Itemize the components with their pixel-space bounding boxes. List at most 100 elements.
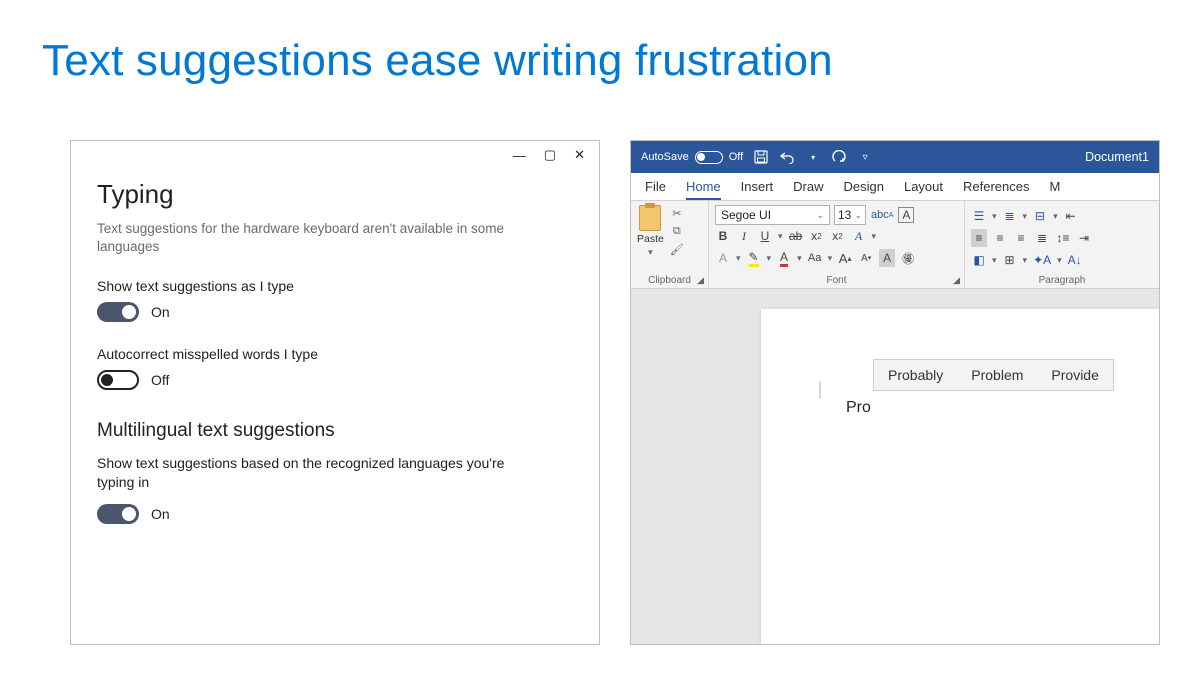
autosave-label: AutoSave <box>641 151 689 163</box>
shrink-font-icon[interactable]: A▾ <box>858 249 874 267</box>
copy-icon[interactable]: ⧉ <box>670 225 684 239</box>
multilevel-list-icon[interactable]: ⊟ <box>1032 207 1048 225</box>
toggle-show-suggestions-label: Show text suggestions as I type <box>97 278 573 294</box>
chevron-down-icon[interactable]: ▾ <box>1053 211 1058 222</box>
tab-design[interactable]: Design <box>844 179 884 200</box>
toggle-multilingual-state: On <box>151 506 170 522</box>
justify-icon[interactable]: ≣ <box>1034 229 1050 247</box>
shading-icon[interactable]: ◧ <box>971 251 987 269</box>
typed-text: Pro <box>846 399 871 417</box>
chevron-down-icon[interactable]: ▾ <box>778 231 783 242</box>
align-left-icon[interactable]: ≡ <box>971 229 987 247</box>
chevron-down-icon: ⌄ <box>816 210 824 221</box>
format-painter-icon[interactable]: 🖌 <box>670 243 684 257</box>
toggle-multilingual[interactable] <box>97 504 139 524</box>
slide-title: Text suggestions ease writing frustratio… <box>42 36 833 86</box>
toggle-autocorrect-state: Off <box>151 372 169 388</box>
multilingual-description: Show text suggestions based on the recog… <box>97 454 542 492</box>
font-name-value: Segoe UI <box>721 208 771 222</box>
text-effects-icon[interactable]: A <box>851 227 867 245</box>
settings-description: Text suggestions for the hardware keyboa… <box>97 220 517 256</box>
character-shading-icon[interactable]: A <box>879 249 895 267</box>
toggle-show-suggestions-state: On <box>151 304 170 320</box>
chevron-down-icon[interactable]: ▾ <box>828 253 833 264</box>
cut-icon[interactable]: ✂ <box>670 207 684 221</box>
toggle-show-suggestions[interactable] <box>97 302 139 322</box>
tab-more[interactable]: M <box>1050 179 1061 200</box>
tab-insert[interactable]: Insert <box>741 179 774 200</box>
chevron-down-icon[interactable]: ▾ <box>992 211 997 222</box>
maximize-icon[interactable]: ▢ <box>544 147 556 163</box>
group-font-label: Font <box>709 275 964 286</box>
tab-file[interactable]: File <box>645 179 666 200</box>
superscript-button[interactable]: x2 <box>830 227 846 245</box>
paste-label: Paste <box>637 233 664 245</box>
font-name-select[interactable]: Segoe UI ⌄ <box>715 205 830 225</box>
minimize-icon[interactable]: — <box>513 148 526 163</box>
enclose-characters-icon[interactable]: ㊝ <box>900 249 916 267</box>
autosave-state: Off <box>729 151 743 163</box>
window-titlebar: — ▢ ✕ <box>71 141 599 169</box>
asian-layout-icon[interactable]: ✦A <box>1032 251 1052 269</box>
underline-button[interactable]: U <box>757 227 773 245</box>
paste-button[interactable]: Paste ▾ <box>637 205 664 269</box>
toggle-autocorrect-label: Autocorrect misspelled words I type <box>97 346 573 362</box>
word-window: AutoSave Off ▾ ▿ Document1 File Home Ins… <box>630 140 1160 645</box>
chevron-down-icon[interactable]: ▾ <box>797 253 802 264</box>
numbering-icon[interactable]: ≣ <box>1002 207 1018 225</box>
chevron-down-icon: ⌄ <box>854 210 862 221</box>
align-right-icon[interactable]: ≡ <box>1013 229 1029 247</box>
grow-font-icon[interactable]: A▴ <box>837 249 853 267</box>
text-suggestion-bar: Probably Problem Provide <box>873 359 1114 391</box>
chevron-down-icon[interactable]: ▾ <box>1057 255 1062 266</box>
decrease-indent-icon[interactable]: ⇤ <box>1063 207 1079 225</box>
change-case-icon[interactable]: Aa <box>807 249 823 267</box>
chevron-down-icon[interactable]: ▾ <box>767 253 772 264</box>
font-color-icon[interactable]: A <box>776 249 792 267</box>
suggestion-2[interactable]: Problem <box>957 360 1037 390</box>
font-size-value: 13 <box>838 208 851 222</box>
line-spacing-icon[interactable]: ↕≡ <box>1055 229 1071 247</box>
font-launcher-icon[interactable]: ◢ <box>953 275 960 286</box>
align-center-icon[interactable]: ≡ <box>992 229 1008 247</box>
borders-icon[interactable]: ⊞ <box>1002 251 1018 269</box>
chevron-down-icon[interactable]: ▾ <box>872 231 877 242</box>
autosave-pill-icon <box>695 151 723 164</box>
text-cursor <box>819 381 821 399</box>
toggle-autocorrect[interactable] <box>97 370 139 390</box>
redo-icon[interactable] <box>831 149 847 165</box>
undo-dropdown-icon[interactable]: ▾ <box>805 149 821 165</box>
increase-indent-icon[interactable]: ⇥ <box>1076 229 1092 247</box>
tab-home[interactable]: Home <box>686 179 721 200</box>
tab-layout[interactable]: Layout <box>904 179 943 200</box>
chevron-down-icon[interactable]: ▾ <box>1023 255 1028 266</box>
font-color-grey-icon[interactable]: A <box>715 249 731 267</box>
character-border-icon[interactable]: A <box>898 207 914 223</box>
close-icon[interactable]: ✕ <box>574 147 585 163</box>
autosave-toggle[interactable]: AutoSave Off <box>641 151 743 164</box>
ribbon: Paste ▾ ✂ ⧉ 🖌 Clipboard ◢ Segoe UI ⌄ <box>631 201 1159 289</box>
quick-access-customize-icon[interactable]: ▿ <box>857 149 873 165</box>
chevron-down-icon[interactable]: ▾ <box>736 253 741 264</box>
sort-icon[interactable]: A↓ <box>1067 251 1083 269</box>
clipboard-launcher-icon[interactable]: ◢ <box>697 275 704 286</box>
clear-format-icon[interactable]: abcA <box>870 206 894 224</box>
strikethrough-button[interactable]: ab <box>788 227 804 245</box>
italic-button[interactable]: I <box>736 227 752 245</box>
group-paragraph-label: Paragraph <box>965 275 1159 286</box>
font-size-select[interactable]: 13 ⌄ <box>834 205 866 225</box>
clipboard-icon <box>639 205 661 231</box>
tab-draw[interactable]: Draw <box>793 179 823 200</box>
bullets-icon[interactable]: ☰ <box>971 207 987 225</box>
suggestion-3[interactable]: Provide <box>1037 360 1112 390</box>
suggestion-1[interactable]: Probably <box>874 360 957 390</box>
tab-references[interactable]: References <box>963 179 1029 200</box>
save-icon[interactable] <box>753 149 769 165</box>
bold-button[interactable]: B <box>715 227 731 245</box>
document-area[interactable]: Probably Problem Provide Pro <box>631 289 1159 644</box>
undo-icon[interactable] <box>779 149 795 165</box>
subscript-button[interactable]: x2 <box>809 227 825 245</box>
chevron-down-icon[interactable]: ▾ <box>992 255 997 266</box>
chevron-down-icon[interactable]: ▾ <box>1023 211 1028 222</box>
highlight-icon[interactable]: ✎ <box>746 249 762 267</box>
